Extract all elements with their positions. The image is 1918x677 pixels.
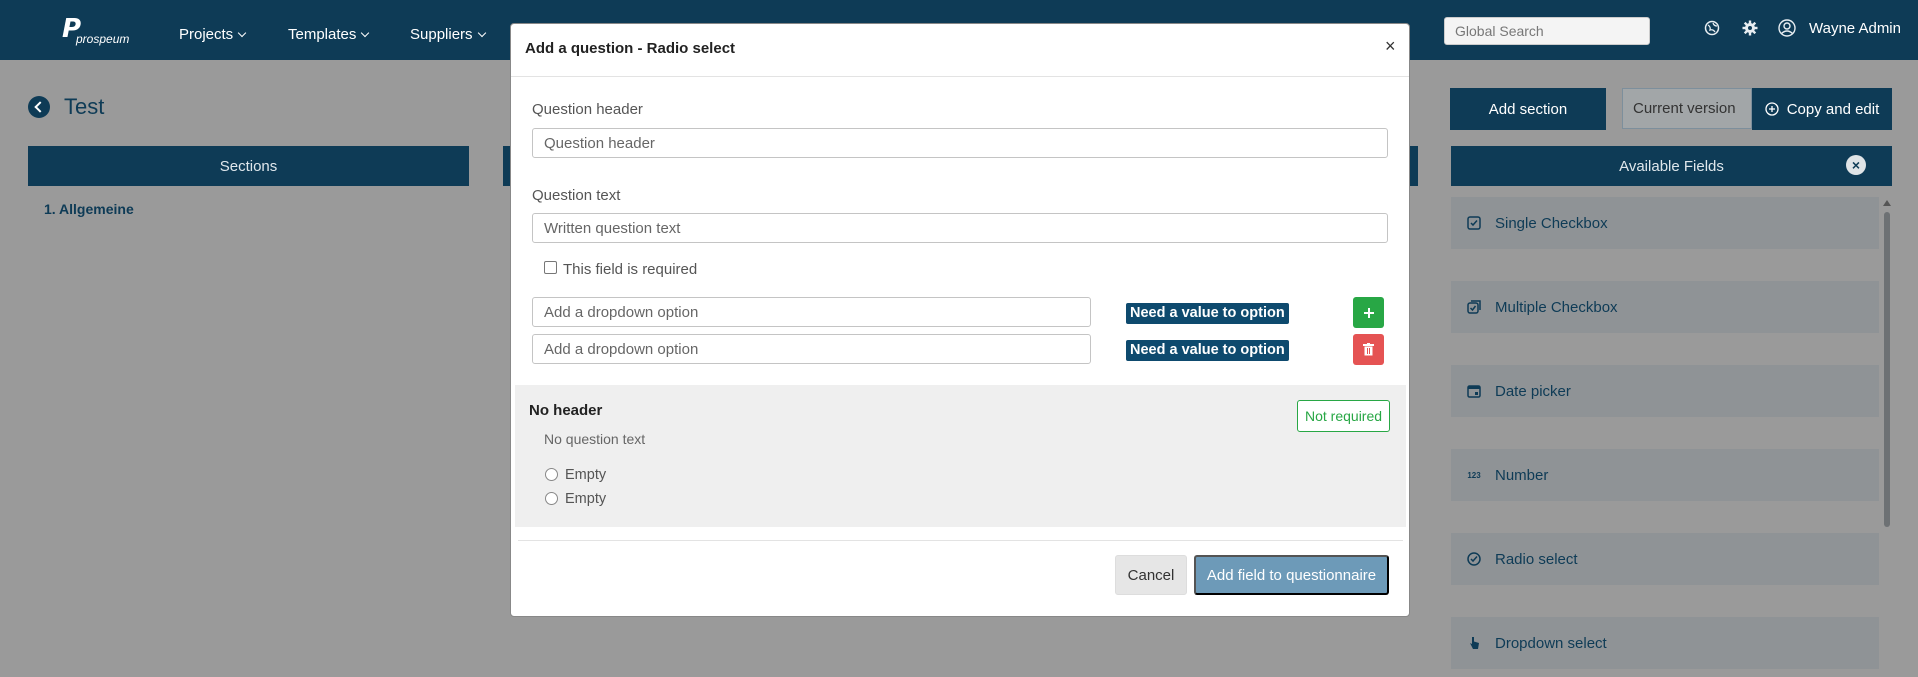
copy-and-edit-button[interactable]: Copy and edit xyxy=(1752,88,1892,130)
preview-radio-label: Empty xyxy=(565,467,607,483)
nav-templates[interactable]: Templates xyxy=(288,26,370,43)
add-section-label: Add section xyxy=(1488,100,1568,118)
cancel-label: Cancel xyxy=(1127,566,1175,584)
gear-icon[interactable] xyxy=(1742,20,1758,36)
field-dropdown-select[interactable]: Dropdown select xyxy=(1451,617,1879,669)
close-icon[interactable]: × xyxy=(1846,155,1866,175)
question-header-label: Question header xyxy=(532,101,643,118)
question-text-input[interactable]: Written question text xyxy=(532,213,1388,243)
question-preview: No header No question text Not required … xyxy=(515,385,1406,527)
preview-radio-label: Empty xyxy=(565,491,607,507)
nav-projects-label: Projects xyxy=(179,26,234,43)
nav-suppliers-label: Suppliers xyxy=(410,26,473,43)
checkbox-icon xyxy=(1467,216,1481,230)
field-label: Multiple Checkbox xyxy=(1495,298,1618,316)
sections-panel-header: Sections xyxy=(28,146,469,186)
field-label: Single Checkbox xyxy=(1495,214,1608,232)
pointer-icon xyxy=(1470,637,1479,649)
delete-option-button[interactable] xyxy=(1353,334,1384,365)
add-question-modal: Add a question - Radio select × Question… xyxy=(510,23,1410,617)
field-single-checkbox[interactable]: Single Checkbox xyxy=(1451,197,1879,249)
global-search-placeholder: Global Search xyxy=(1455,23,1544,39)
field-date-picker[interactable]: Date picker xyxy=(1451,365,1879,417)
preview-question-text: No question text xyxy=(544,431,646,447)
nav-projects[interactable]: Projects xyxy=(179,26,247,43)
prospeum-logo[interactable]: P prospeum xyxy=(62,14,132,48)
plus-circle-icon xyxy=(1765,102,1779,116)
radio-check-icon xyxy=(1467,552,1481,566)
user-name[interactable]: Wayne Admin xyxy=(1809,20,1901,37)
option-warning-badge: Need a value to option xyxy=(1126,303,1289,324)
multi-checkbox-icon xyxy=(1467,300,1481,314)
field-label: Dropdown select xyxy=(1495,634,1607,652)
logo-text: prospeum xyxy=(76,32,130,46)
option-input-placeholder: Add a dropdown option xyxy=(544,341,699,358)
field-label: Date picker xyxy=(1495,382,1571,400)
chevron-down-icon xyxy=(361,28,370,37)
available-fields-header: Available Fields xyxy=(1451,146,1892,186)
add-option-button[interactable] xyxy=(1353,297,1384,328)
chevron-down-icon xyxy=(477,28,486,37)
cancel-button[interactable]: Cancel xyxy=(1115,555,1187,595)
preview-header: No header xyxy=(529,402,603,419)
option-input-2[interactable]: Add a dropdown option xyxy=(532,334,1091,364)
preview-radio-2[interactable] xyxy=(545,492,558,505)
plus-icon xyxy=(1363,307,1374,318)
calendar-icon xyxy=(1467,385,1481,398)
modal-title: Add a question - Radio select xyxy=(525,40,736,57)
nav-suppliers[interactable]: Suppliers xyxy=(410,26,486,43)
option-input-1[interactable]: Add a dropdown option xyxy=(532,297,1091,327)
add-field-label: Add field to questionnaire xyxy=(1206,566,1377,584)
add-field-button[interactable]: Add field to questionnaire xyxy=(1194,555,1389,595)
question-header-input[interactable]: Question header xyxy=(532,128,1388,158)
version-select[interactable]: Current version xyxy=(1622,88,1752,129)
page-title: Test xyxy=(64,94,105,119)
version-select-label: Current version xyxy=(1633,100,1736,117)
required-label: This field is required xyxy=(563,261,698,278)
question-header-placeholder: Question header xyxy=(544,135,655,152)
required-status-badge: Not required xyxy=(1297,400,1391,432)
back-arrow-icon[interactable] xyxy=(28,96,50,118)
divider xyxy=(518,540,1403,541)
nav-templates-label: Templates xyxy=(288,26,357,43)
section-item-label: 1. Allgemeine xyxy=(44,201,134,217)
scroll-thumb[interactable] xyxy=(1884,212,1890,527)
user-avatar-icon[interactable] xyxy=(1778,19,1796,37)
option-input-placeholder: Add a dropdown option xyxy=(544,304,699,321)
option-warning-badge: Need a value to option xyxy=(1126,340,1289,361)
scroll-up-icon[interactable] xyxy=(1883,200,1891,206)
required-checkbox[interactable] xyxy=(544,261,557,274)
number-icon: 123 xyxy=(1467,470,1481,480)
available-fields-label: Available Fields xyxy=(1619,157,1724,175)
field-label: Radio select xyxy=(1495,550,1578,568)
section-item-allgemeine[interactable]: 1. Allgemeine xyxy=(44,201,134,217)
sections-header-label: Sections xyxy=(219,157,278,175)
global-search-input[interactable]: Global Search xyxy=(1444,17,1650,45)
globe-icon[interactable] xyxy=(1704,20,1720,36)
add-section-button[interactable]: Add section xyxy=(1450,88,1606,130)
divider xyxy=(511,76,1409,77)
question-text-placeholder: Written question text xyxy=(544,220,681,237)
close-icon[interactable]: × xyxy=(1385,36,1396,57)
trash-icon xyxy=(1363,343,1374,356)
field-label: Number xyxy=(1495,466,1549,484)
field-radio-select[interactable]: Radio select xyxy=(1451,533,1879,585)
page-title-bar: Test xyxy=(28,94,104,120)
chevron-down-icon xyxy=(237,28,247,37)
field-number[interactable]: 123 Number xyxy=(1451,449,1879,501)
copy-and-edit-label: Copy and edit xyxy=(1786,100,1880,118)
field-multiple-checkbox[interactable]: Multiple Checkbox xyxy=(1451,281,1879,333)
question-text-label: Question text xyxy=(532,187,621,204)
preview-radio-1[interactable] xyxy=(545,468,558,481)
required-status-label: Not required xyxy=(1305,408,1383,424)
fields-scrollbar[interactable] xyxy=(1883,200,1891,675)
